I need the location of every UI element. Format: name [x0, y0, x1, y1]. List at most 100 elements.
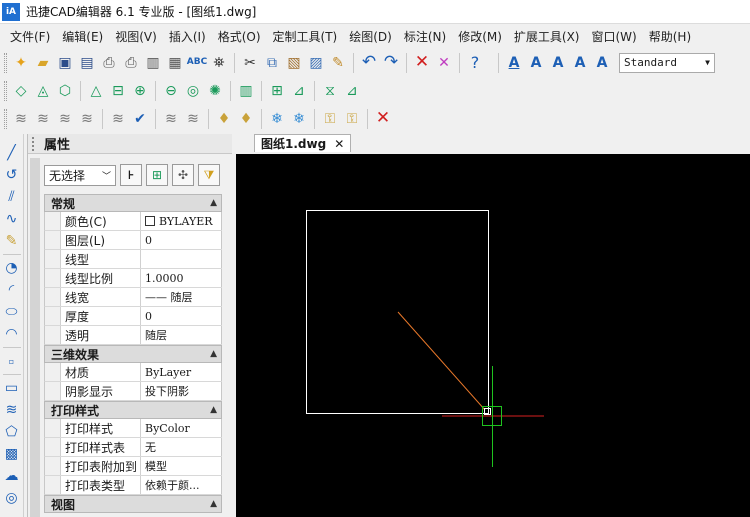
- help-icon[interactable]: ?: [464, 52, 486, 74]
- line-icon[interactable]: ╱: [1, 142, 23, 164]
- property-row[interactable]: 透明 随层: [44, 326, 222, 345]
- document-tab[interactable]: 图纸1.dwg ✕: [254, 134, 352, 152]
- cylinder-icon[interactable]: ⊟: [107, 80, 129, 102]
- property-value[interactable]: 0: [141, 231, 222, 249]
- hatch-icon[interactable]: ≋: [1, 399, 23, 421]
- property-row[interactable]: 线型: [44, 250, 222, 269]
- collapse-icon[interactable]: ▲: [210, 349, 217, 359]
- property-row[interactable]: 线型比例 1.0000: [44, 269, 222, 288]
- layer-copy-icon[interactable]: ≋: [160, 108, 182, 130]
- copy-icon[interactable]: ⧉: [261, 52, 283, 74]
- menu-draw[interactable]: 绘图(D): [343, 28, 398, 45]
- mesh-sphere-icon[interactable]: ✺: [204, 80, 226, 102]
- menu-window[interactable]: 窗口(W): [586, 28, 643, 45]
- layer-delete-icon[interactable]: ✕: [372, 108, 394, 130]
- menu-insert[interactable]: 插入(I): [163, 28, 212, 45]
- collapse-icon[interactable]: ▲: [210, 405, 217, 415]
- circle-icon[interactable]: ◔: [1, 257, 23, 279]
- point-icon[interactable]: ▫: [1, 350, 23, 372]
- property-row[interactable]: 打印样式 ByColor: [44, 419, 222, 438]
- property-row[interactable]: 材质 ByLayer: [44, 363, 222, 382]
- menu-file[interactable]: 文件(F): [4, 28, 56, 45]
- menu-extension-tools[interactable]: 扩展工具(X): [508, 28, 586, 45]
- torus-icon[interactable]: ◎: [182, 80, 204, 102]
- close-icon[interactable]: ✕: [334, 137, 344, 151]
- publish-icon[interactable]: ▦: [164, 52, 186, 74]
- box-solid-icon[interactable]: ⬡: [54, 80, 76, 102]
- layer-off-icon[interactable]: ♦: [213, 108, 235, 130]
- open-folder-icon[interactable]: ▰: [32, 52, 54, 74]
- menu-view[interactable]: 视图(V): [109, 28, 163, 45]
- panel-grip[interactable]: [32, 136, 38, 151]
- property-value[interactable]: ByLayer: [141, 363, 222, 381]
- plot-icon[interactable]: ⎙: [120, 52, 142, 74]
- menu-help[interactable]: 帮助(H): [643, 28, 697, 45]
- menu-dimension[interactable]: 标注(N): [398, 28, 452, 45]
- text-style-icon[interactable]: A: [503, 52, 525, 74]
- save-as-icon[interactable]: ▤: [76, 52, 98, 74]
- arc-icon[interactable]: ◜: [1, 279, 23, 301]
- property-value[interactable]: 依赖于颜...: [141, 476, 222, 494]
- property-row[interactable]: 打印表附加到 模型: [44, 457, 222, 476]
- quick-select-icon[interactable]: ✣: [172, 164, 194, 186]
- ellipse-icon[interactable]: ⬭: [1, 301, 23, 323]
- property-row[interactable]: 线宽 —— 随层: [44, 288, 222, 307]
- property-row[interactable]: 颜色(C) BYLAYER: [44, 212, 222, 231]
- erase-special-icon[interactable]: ✕: [433, 52, 455, 74]
- revision-cloud-icon[interactable]: ☁: [1, 465, 23, 487]
- ellipse-arc-icon[interactable]: ◠: [1, 323, 23, 345]
- sketch-icon[interactable]: ✎: [1, 230, 23, 252]
- match-properties-icon[interactable]: ✎: [327, 52, 349, 74]
- text-style-select[interactable]: Standard ▼: [619, 52, 715, 73]
- multiline-icon[interactable]: ⫽: [1, 186, 23, 208]
- cone-icon[interactable]: △: [85, 80, 107, 102]
- section-icon[interactable]: ⊿: [288, 80, 310, 102]
- layer-match-icon[interactable]: ≋: [107, 108, 129, 130]
- cut-icon[interactable]: ✂: [239, 52, 261, 74]
- new-file-icon[interactable]: ✦: [10, 52, 32, 74]
- layer-properties-icon[interactable]: ≋: [10, 108, 32, 130]
- filter-icon[interactable]: ⧩: [198, 164, 220, 186]
- polyline-icon[interactable]: ∿: [1, 208, 23, 230]
- property-value[interactable]: [141, 250, 222, 268]
- toolbar-grip[interactable]: [4, 108, 7, 129]
- spell-check-icon[interactable]: ABC: [186, 52, 208, 74]
- text-align-icon[interactable]: A: [547, 52, 569, 74]
- toggle-pickadd-icon[interactable]: ⊦: [120, 164, 142, 186]
- select-objects-icon[interactable]: ⊞: [146, 164, 168, 186]
- property-row[interactable]: 阴影显示 投下阴影: [44, 382, 222, 401]
- selection-dropdown[interactable]: 无选择 ﹀: [44, 164, 116, 186]
- menu-custom-tools[interactable]: 定制工具(T): [267, 28, 344, 45]
- clipboard-icon[interactable]: ▨: [305, 52, 327, 74]
- dish-icon[interactable]: ⊖: [160, 80, 182, 102]
- layer-isolate-icon[interactable]: ≋: [54, 108, 76, 130]
- property-row[interactable]: 打印表类型 依赖于颜...: [44, 476, 222, 495]
- redo-icon[interactable]: ↷: [380, 52, 402, 74]
- print-icon[interactable]: ⎙: [98, 52, 120, 74]
- property-value[interactable]: 0: [141, 307, 222, 325]
- sphere-icon[interactable]: ⊕: [129, 80, 151, 102]
- section-plot-style[interactable]: 打印样式 ▲: [44, 401, 222, 419]
- layer-merge-icon[interactable]: ≋: [182, 108, 204, 130]
- drawing-canvas[interactable]: [236, 154, 750, 517]
- delete-icon[interactable]: ✕: [411, 52, 433, 74]
- section-3d-effects[interactable]: 三维效果 ▲: [44, 345, 222, 363]
- polysolid-icon[interactable]: ◇: [10, 80, 32, 102]
- menu-modify[interactable]: 修改(M): [452, 28, 508, 45]
- extrude-icon[interactable]: ▥: [235, 80, 257, 102]
- print-preview-icon[interactable]: ▥: [142, 52, 164, 74]
- property-value[interactable]: 1.0000: [141, 269, 222, 287]
- property-row[interactable]: 图层(L) 0: [44, 231, 222, 250]
- edit-solid-icon[interactable]: ⊿: [341, 80, 363, 102]
- property-value[interactable]: ByColor: [141, 419, 222, 437]
- drawn-line[interactable]: [397, 311, 486, 411]
- collapse-icon[interactable]: ▲: [210, 499, 217, 509]
- property-value[interactable]: 随层: [141, 326, 222, 344]
- toolbar-grip[interactable]: [4, 52, 7, 73]
- section-view[interactable]: 视图 ▲: [44, 495, 222, 513]
- property-value[interactable]: 模型: [141, 457, 222, 475]
- slice-icon[interactable]: ⊞: [266, 80, 288, 102]
- collapse-icon[interactable]: ▲: [210, 198, 217, 208]
- donut-icon[interactable]: ◎: [1, 487, 23, 509]
- layer-on-icon[interactable]: ♦: [235, 108, 257, 130]
